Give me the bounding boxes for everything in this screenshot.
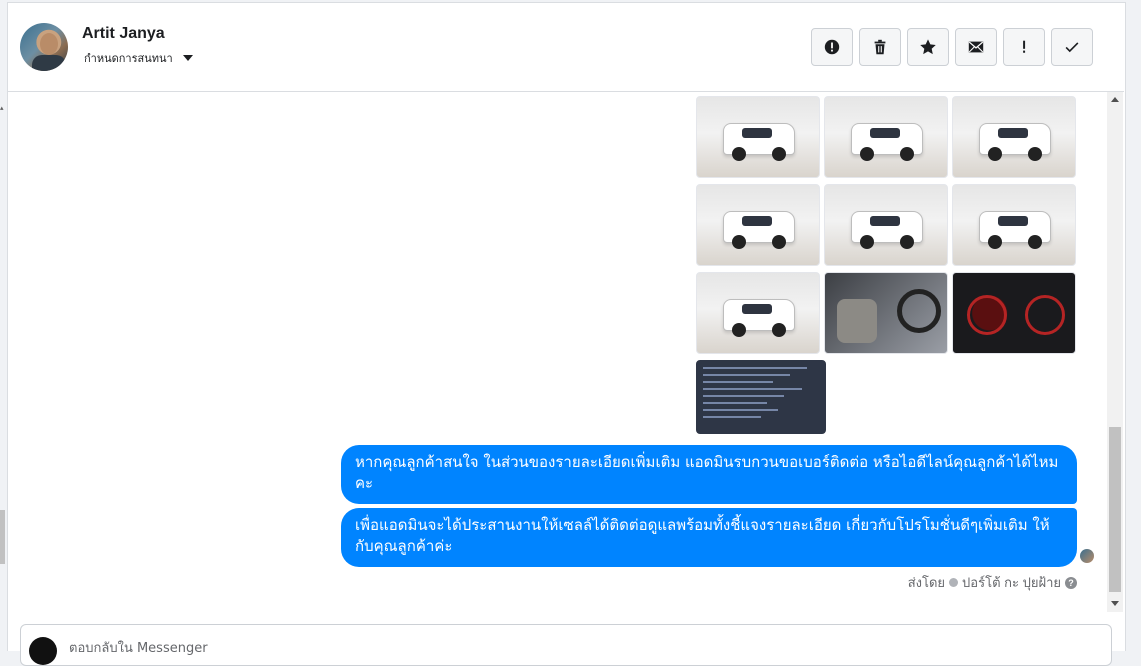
seen-avatar [1080, 549, 1094, 563]
message-bubble[interactable]: เพื่อแอดมินจะได้ประสานงานให้เซลล์ได้ติดต… [341, 508, 1077, 567]
user-name[interactable]: Artit Janya [82, 25, 165, 43]
steering-wheel-shape [897, 289, 941, 333]
page-logo [29, 637, 57, 665]
trash-icon [874, 39, 886, 55]
sent-by-name: ปอร์โต้ กะ ปุยฝ้าย [962, 575, 1061, 590]
photo-car-rear[interactable] [696, 184, 820, 266]
photo-car-interior[interactable] [824, 272, 948, 354]
mark-unread-button[interactable] [955, 28, 997, 66]
photo-spec-sheet[interactable] [696, 360, 826, 434]
car-shape [723, 123, 795, 161]
spam-button[interactable] [811, 28, 853, 66]
spec-sheet-lines [703, 367, 819, 423]
important-button[interactable] [1003, 28, 1045, 66]
scroll-down-icon[interactable] [1111, 601, 1119, 606]
avatar-body [32, 55, 66, 71]
assign-conversation-dropdown[interactable]: กำหนดการสนทนา [84, 49, 193, 67]
photo-car-front[interactable] [824, 96, 948, 178]
gauge-shape [1025, 295, 1065, 335]
mark-done-button[interactable] [1051, 28, 1093, 66]
message-bubble[interactable]: หากคุณลูกค้าสนใจ ในส่วนของรายละเอียดเพิ่… [341, 445, 1077, 504]
left-scrollbar[interactable] [0, 510, 5, 564]
help-icon[interactable]: ? [1065, 576, 1077, 589]
gauge-shape [967, 295, 1007, 335]
seat-shape [837, 299, 877, 343]
assign-conversation-label: กำหนดการสนทนา [84, 53, 173, 65]
photo-car-front-angle[interactable] [696, 96, 820, 178]
car-shape [851, 123, 923, 161]
checkmark-icon [1065, 42, 1079, 53]
car-shape [723, 211, 795, 249]
scroll-up-icon[interactable] [1111, 97, 1119, 102]
thread-scrollbar[interactable] [1107, 92, 1123, 612]
exclamation-icon [1023, 40, 1026, 53]
sent-by-line: ส่งโดย ปอร์โต้ กะ ปุยฝ้าย ? [908, 572, 1077, 593]
conversation-header: Artit Janya กำหนดการสนทนา [8, 3, 1124, 92]
photo-car-rear-angle[interactable] [952, 96, 1076, 178]
car-shape [979, 123, 1051, 161]
reply-input[interactable] [67, 637, 671, 659]
caret-down-icon [182, 55, 193, 61]
car-shape [979, 211, 1051, 249]
user-avatar[interactable] [20, 23, 68, 71]
scroll-arrow-icon: ▴ [0, 105, 4, 112]
message-thread[interactable]: หากคุณลูกค้าสนใจ ในส่วนของรายละเอียดเพิ่… [8, 92, 1107, 612]
car-shape [723, 299, 795, 337]
photo-instrument-cluster[interactable] [952, 272, 1076, 354]
car-shape [851, 211, 923, 249]
star-icon [920, 39, 936, 55]
envelope-icon [968, 41, 984, 53]
avatar-face [40, 33, 58, 55]
photo-car-rear-side[interactable] [824, 184, 948, 266]
scrollbar-thumb[interactable] [1109, 427, 1121, 592]
right-gutter [1125, 0, 1141, 650]
delete-button[interactable] [859, 28, 901, 66]
sent-by-prefix: ส่งโดย [907, 575, 946, 590]
alert-circle-icon [824, 39, 840, 55]
photo-car-side[interactable] [952, 184, 1076, 266]
left-gutter: ▴ [0, 0, 7, 650]
reply-composer [20, 624, 1112, 666]
page-badge-icon [949, 578, 959, 587]
header-actions [811, 28, 1093, 66]
photo-car-side-left[interactable] [696, 272, 820, 354]
star-button[interactable] [907, 28, 949, 66]
